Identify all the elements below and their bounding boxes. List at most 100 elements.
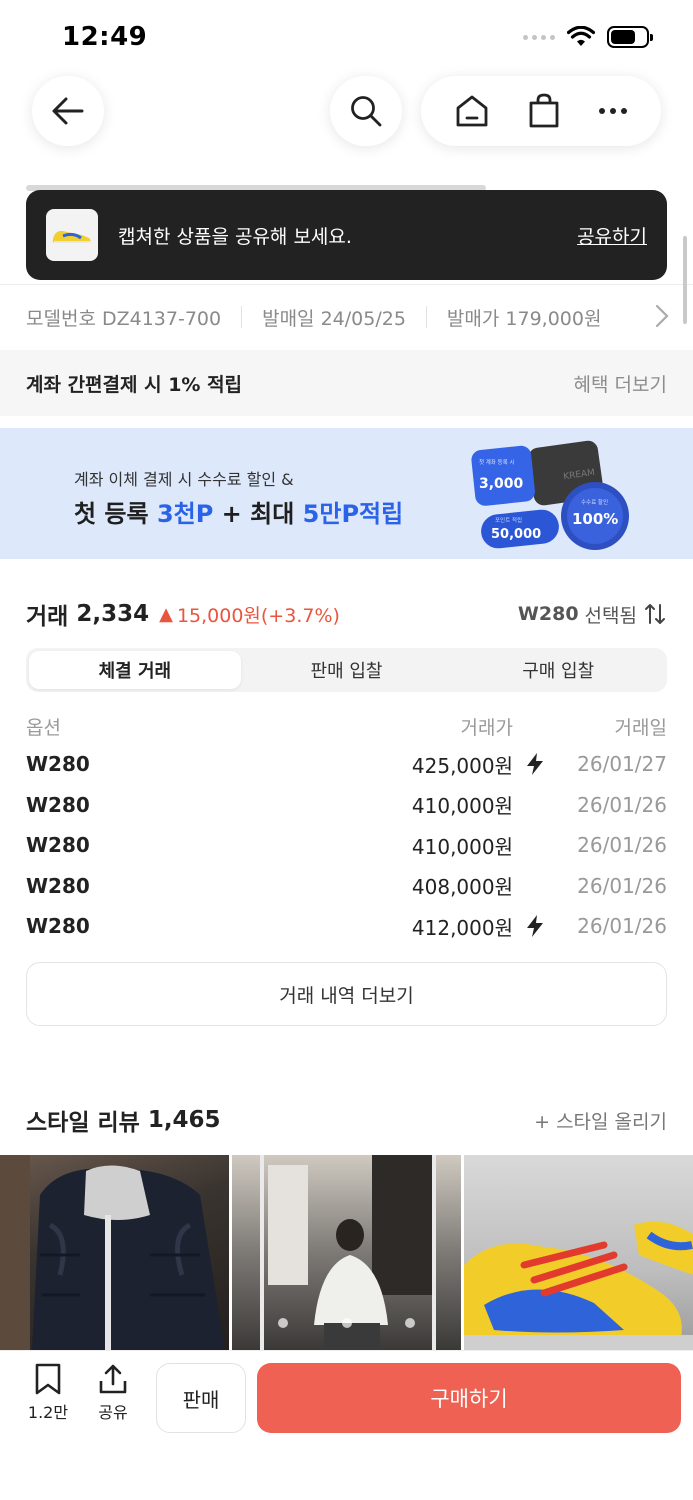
selected-size-suffix: 선택됨 xyxy=(584,604,637,627)
search-button[interactable] xyxy=(330,76,402,146)
style-photo[interactable] xyxy=(464,1155,693,1350)
row-price: 408,000원 xyxy=(411,875,513,900)
table-row: W280 410,000원 26/01/26 xyxy=(26,825,667,866)
meta-divider xyxy=(241,306,243,328)
trade-tabs: 체결 거래 판매 입찰 구매 입찰 xyxy=(26,648,667,692)
trade-history-more-button[interactable]: 거래 내역 더보기 xyxy=(26,962,667,1026)
toast-message: 캡쳐한 상품을 공유해 보세요. xyxy=(118,225,352,248)
style-review-title: 스타일 리뷰 xyxy=(26,1110,140,1136)
banner-subtitle: 계좌 이체 결제 시 수수료 할인 & xyxy=(74,470,294,489)
bookmark-count: 1.2만 xyxy=(27,1403,69,1422)
divider xyxy=(0,284,693,285)
share-label: 공유 xyxy=(98,1403,128,1422)
share-button[interactable]: 공유 xyxy=(87,1363,139,1423)
style-review-count: 1,465 xyxy=(147,1107,221,1133)
sort-arrows-icon xyxy=(645,604,665,624)
coupon-coins-illustration: KREAM 첫 계좌 등록 시 3,000 포인트 적립 50,000 수수료 … xyxy=(471,440,629,550)
row-option: W280 xyxy=(26,914,90,939)
svg-text:첫 계좌 등록 시: 첫 계좌 등록 시 xyxy=(479,458,515,466)
meta-divider xyxy=(425,306,427,328)
tab-completed-trades[interactable]: 체결 거래 xyxy=(29,651,241,689)
back-button[interactable] xyxy=(32,76,104,146)
table-row: W280 425,000원 26/01/27 xyxy=(26,744,667,785)
style-photo[interactable] xyxy=(232,1155,461,1350)
sneaker-icon xyxy=(52,230,91,243)
row-date: 26/01/26 xyxy=(577,833,667,858)
trade-header: 거래 2,334 ▲ 15,000원(+3.7%) W280 선택됨 xyxy=(26,596,667,632)
search-icon xyxy=(351,96,382,127)
battery-icon xyxy=(607,26,653,48)
more-icon[interactable] xyxy=(598,107,628,115)
column-price: 거래가 xyxy=(460,716,513,739)
person-in-puffer-jacket-image xyxy=(0,1155,225,1350)
row-option: W280 xyxy=(26,752,90,777)
bookmark-icon xyxy=(35,1363,61,1395)
status-bar: 12:49 xyxy=(0,0,693,72)
nav-action-group xyxy=(421,76,661,146)
selected-size: W280 xyxy=(517,603,579,625)
svg-text:100%: 100% xyxy=(572,510,618,528)
product-meta-row[interactable]: 모델번호 DZ4137-700 발매일 24/05/25 발매가 179,000… xyxy=(26,300,601,334)
svg-text:3,000: 3,000 xyxy=(479,476,524,492)
arrow-left-icon xyxy=(52,97,84,125)
home-icon[interactable] xyxy=(454,94,490,128)
style-review-header: 스타일 리뷰 1,465 + 스타일 올리기 xyxy=(26,1100,667,1140)
row-date: 26/01/26 xyxy=(577,792,667,817)
table-row: W280 412,000원 26/01/26 xyxy=(26,906,667,947)
chevron-right-icon[interactable] xyxy=(655,304,669,328)
trade-label: 거래 xyxy=(26,604,69,630)
table-row: W280 410,000원 26/01/26 xyxy=(26,785,667,826)
lightning-icon xyxy=(527,915,543,938)
share-icon xyxy=(99,1364,127,1394)
benefit-more-link[interactable]: 혜택 더보기 xyxy=(574,370,667,397)
price-up-icon: ▲ xyxy=(159,603,173,625)
release-price: 발매가 179,000원 xyxy=(446,307,602,330)
trade-table: 옵션 거래가 거래일 W280 425,000원 26/01/27 W280 4… xyxy=(26,708,667,947)
carousel-dots xyxy=(232,1318,461,1328)
row-price: 425,000원 xyxy=(411,753,513,778)
tab-buy-bids[interactable]: 구매 입찰 xyxy=(452,651,664,689)
row-price: 410,000원 xyxy=(411,794,513,819)
table-row: W280 408,000원 26/01/26 xyxy=(26,866,667,907)
signal-icon xyxy=(523,34,555,40)
svg-text:수수료 할인: 수수료 할인 xyxy=(581,498,608,506)
share-toast: 캡쳐한 상품을 공유해 보세요. 공유하기 xyxy=(26,190,667,280)
shopping-bag-icon[interactable] xyxy=(527,93,561,129)
table-header: 옵션 거래가 거래일 xyxy=(26,708,667,744)
row-option: W280 xyxy=(26,792,90,817)
toast-product-thumbnail xyxy=(46,209,98,261)
price-change: 15,000원(+3.7%) xyxy=(176,604,340,627)
upload-style-link[interactable]: + 스타일 올리기 xyxy=(534,1107,667,1134)
trade-count: 2,334 xyxy=(76,601,150,627)
status-icons xyxy=(523,26,653,48)
benefit-title: 계좌 간편결제 시 1% 적립 xyxy=(26,373,243,396)
column-option: 옵션 xyxy=(26,716,61,739)
promo-banner[interactable]: 계좌 이체 결제 시 수수료 할인 & 첫 등록 3천P + 최대 5만P적립 … xyxy=(0,428,693,559)
scrollbar[interactable] xyxy=(683,236,687,324)
tab-sell-bids[interactable]: 판매 입찰 xyxy=(241,651,453,689)
status-time: 12:49 xyxy=(62,22,148,52)
banner-headline: 첫 등록 3천P + 최대 5만P적립 xyxy=(74,500,404,528)
style-photo[interactable] xyxy=(0,1155,229,1350)
row-option: W280 xyxy=(26,833,90,858)
lightning-icon xyxy=(527,753,543,776)
svg-text:50,000: 50,000 xyxy=(491,527,541,542)
bookmark-button[interactable]: 1.2만 xyxy=(22,1363,74,1423)
svg-text:포인트 적립: 포인트 적립 xyxy=(495,516,522,524)
toast-share-link[interactable]: 공유하기 xyxy=(577,222,647,249)
row-date: 26/01/26 xyxy=(577,873,667,898)
buy-button[interactable]: 구매하기 xyxy=(257,1363,681,1433)
benefit-row[interactable]: 계좌 간편결제 시 1% 적립 혜택 더보기 xyxy=(0,350,693,416)
model-number: 모델번호 DZ4137-700 xyxy=(26,307,222,330)
row-option: W280 xyxy=(26,873,90,898)
sell-button[interactable]: 판매 xyxy=(156,1363,246,1433)
row-price: 412,000원 xyxy=(411,915,513,940)
row-date: 26/01/26 xyxy=(577,914,667,939)
wifi-icon xyxy=(567,26,595,46)
style-photo-strip xyxy=(0,1155,693,1350)
row-date: 26/01/27 xyxy=(577,752,667,777)
release-date: 발매일 24/05/25 xyxy=(262,307,406,330)
column-date: 거래일 xyxy=(614,716,667,739)
size-selector[interactable]: W280 선택됨 xyxy=(518,601,667,628)
bottom-action-bar: 1.2만 공유 판매 구매하기 xyxy=(0,1350,693,1500)
